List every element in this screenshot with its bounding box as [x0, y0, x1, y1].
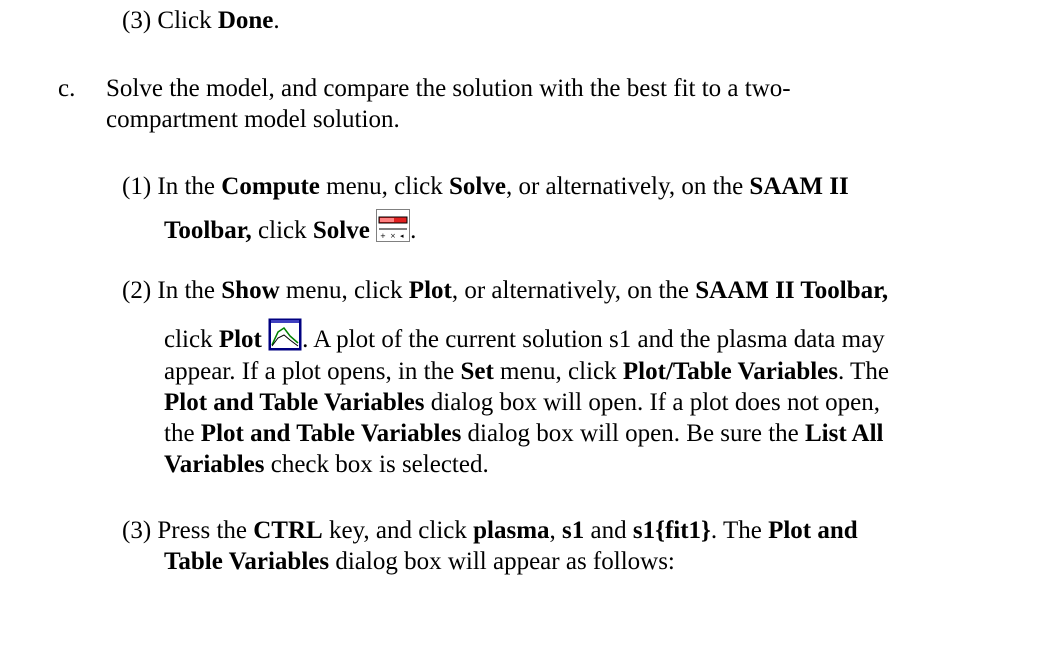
- compute-term: Compute: [221, 173, 320, 200]
- text: ,: [549, 517, 556, 544]
- set-term: Set: [460, 358, 494, 385]
- text: . The: [710, 517, 762, 544]
- sub2-line4: Plot and Table Variables dialog box will…: [164, 386, 880, 419]
- sub2-line2: click Plot . A plot of the current solut…: [164, 318, 885, 356]
- saam-toolbar-term: SAAM II Toolbar,: [695, 277, 889, 304]
- variables-term: Variables: [164, 451, 265, 478]
- sub2-line6: Variables check box is selected.: [164, 448, 489, 481]
- solve-term: Solve: [449, 173, 506, 200]
- s1-term: s1: [562, 517, 585, 544]
- text: menu, click: [326, 173, 443, 200]
- text: .: [273, 7, 280, 34]
- plot-toolbar-icon: [268, 318, 302, 351]
- sub2-line1: (2) In the Show menu, click Plot, or alt…: [122, 274, 888, 307]
- dialog-name-term: Plot and Table Variables: [200, 420, 462, 447]
- text: . The: [838, 358, 889, 385]
- plot-term: Plot: [408, 277, 452, 304]
- s1-fit1-term: s1{fit1}: [632, 517, 711, 544]
- text: appear. If a plot opens, in the: [164, 358, 455, 385]
- ctrl-term: CTRL: [253, 517, 323, 544]
- sub3-line2: Table Variables dialog box will appear a…: [164, 545, 675, 578]
- text: and: [590, 517, 627, 544]
- toolbar-term: Toolbar,: [164, 217, 252, 244]
- dialog-name-term: Table Variables: [164, 548, 330, 575]
- text: .: [410, 217, 417, 244]
- text: menu, click: [285, 277, 403, 304]
- sub1-line2: Toolbar, click Solve + × ◂ .: [164, 209, 416, 247]
- text: Click: [157, 7, 212, 34]
- step-number: (3): [122, 517, 152, 544]
- text: , or alternatively, on the: [505, 173, 744, 200]
- dialog-name-term: Plot and: [768, 517, 858, 544]
- solve-term: Solve: [312, 217, 370, 244]
- step-c-line2: compartment model solution.: [106, 106, 400, 133]
- sub2-line3: appear. If a plot opens, in the Set menu…: [164, 355, 889, 388]
- text: In the: [157, 277, 216, 304]
- text: dialog box will open. Be sure the: [467, 420, 799, 447]
- text: dialog box will appear as follows:: [335, 548, 675, 575]
- step-c-line1: Solve the model, and compare the solutio…: [106, 75, 791, 102]
- text: In the: [157, 173, 216, 200]
- show-term: Show: [221, 277, 280, 304]
- plot-table-variables-term: Plot/Table Variables: [622, 358, 838, 385]
- done-term: Done: [217, 7, 274, 34]
- prev-step-line: (3) Click Done.: [122, 4, 280, 37]
- svg-text:×: ×: [390, 232, 396, 240]
- text: Press the: [157, 517, 247, 544]
- saam-term: SAAM II: [749, 173, 849, 200]
- plot-term: Plot: [218, 326, 262, 353]
- list-all-term: List All: [805, 420, 884, 447]
- sub3-line1: (3) Press the CTRL key, and click plasma…: [122, 514, 858, 547]
- sub2-line5: the Plot and Table Variables dialog box …: [164, 417, 884, 450]
- text: check box is selected.: [270, 451, 489, 478]
- dialog-name-term: Plot and Table Variables: [164, 389, 425, 416]
- text: click: [164, 326, 213, 353]
- text: , or alternatively, on the: [451, 277, 690, 304]
- step-number: (2): [122, 277, 152, 304]
- step-c-letter: c.: [58, 75, 76, 102]
- text: key, and click: [328, 517, 467, 544]
- plasma-term: plasma: [473, 517, 550, 544]
- text: click: [258, 217, 307, 244]
- sub1-line1: (1) In the Compute menu, click Solve, or…: [122, 170, 849, 203]
- step-number: (1): [122, 173, 152, 200]
- svg-text:+: +: [380, 232, 386, 240]
- text: dialog box will open. If a plot does not…: [430, 389, 880, 416]
- text: menu, click: [500, 358, 617, 385]
- solve-toolbar-icon: + × ◂: [376, 209, 411, 242]
- text: . A plot of the current solution s1 and …: [302, 326, 885, 353]
- svg-text:◂: ◂: [400, 232, 404, 240]
- step-number: (3): [122, 7, 152, 34]
- text: the: [164, 420, 195, 447]
